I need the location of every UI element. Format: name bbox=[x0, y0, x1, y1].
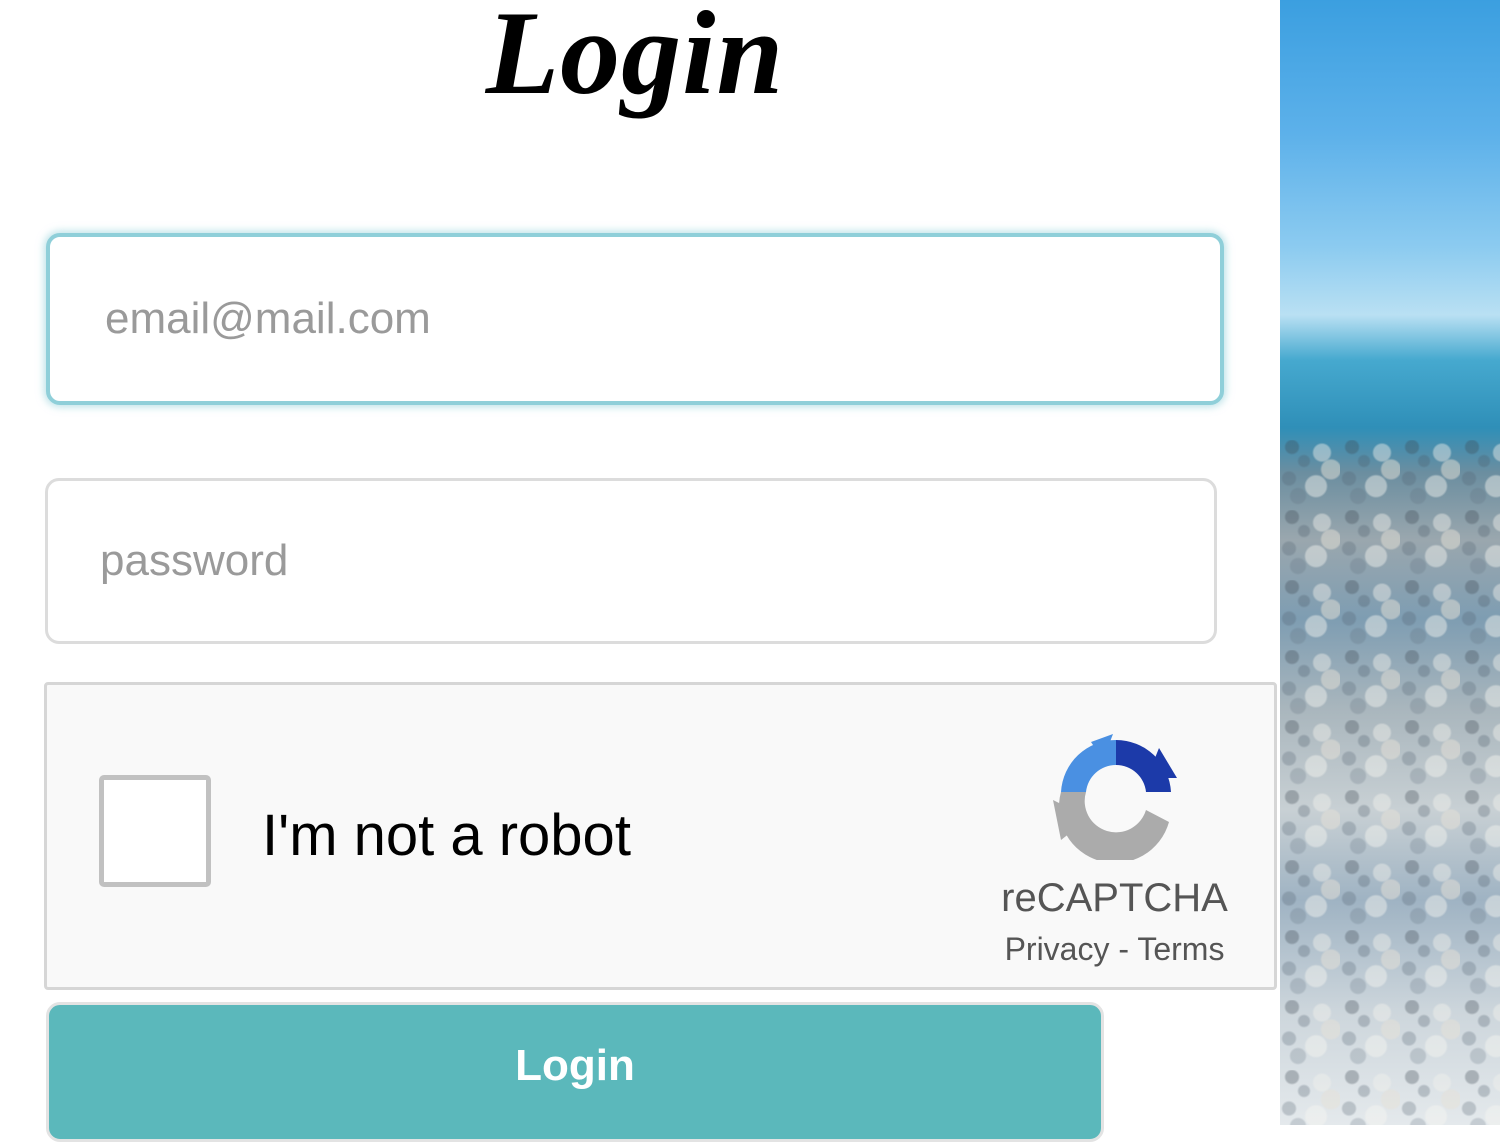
email-field[interactable] bbox=[46, 233, 1224, 405]
captcha-checkbox[interactable] bbox=[99, 775, 211, 887]
rock-texture bbox=[1280, 440, 1500, 1125]
privacy-link[interactable]: Privacy bbox=[1005, 931, 1110, 967]
recaptcha-links: Privacy - Terms bbox=[977, 930, 1252, 968]
login-button[interactable]: Login bbox=[46, 1002, 1104, 1142]
captcha-label: I'm not a robot bbox=[262, 803, 631, 868]
password-field[interactable] bbox=[45, 478, 1217, 644]
page-title: Login bbox=[485, 0, 785, 119]
recaptcha-widget: I'm not a robot reCAPTCHA Privacy - Term… bbox=[44, 682, 1277, 990]
links-separator: - bbox=[1118, 931, 1130, 967]
beach-background-image bbox=[1280, 0, 1500, 1125]
terms-link[interactable]: Terms bbox=[1137, 931, 1224, 967]
login-form-panel: Login I'm not a robot reCAPTCHA Privacy … bbox=[0, 0, 1280, 1142]
recaptcha-logo-icon bbox=[1053, 734, 1177, 860]
recaptcha-brand: reCAPTCHA bbox=[1001, 876, 1228, 920]
